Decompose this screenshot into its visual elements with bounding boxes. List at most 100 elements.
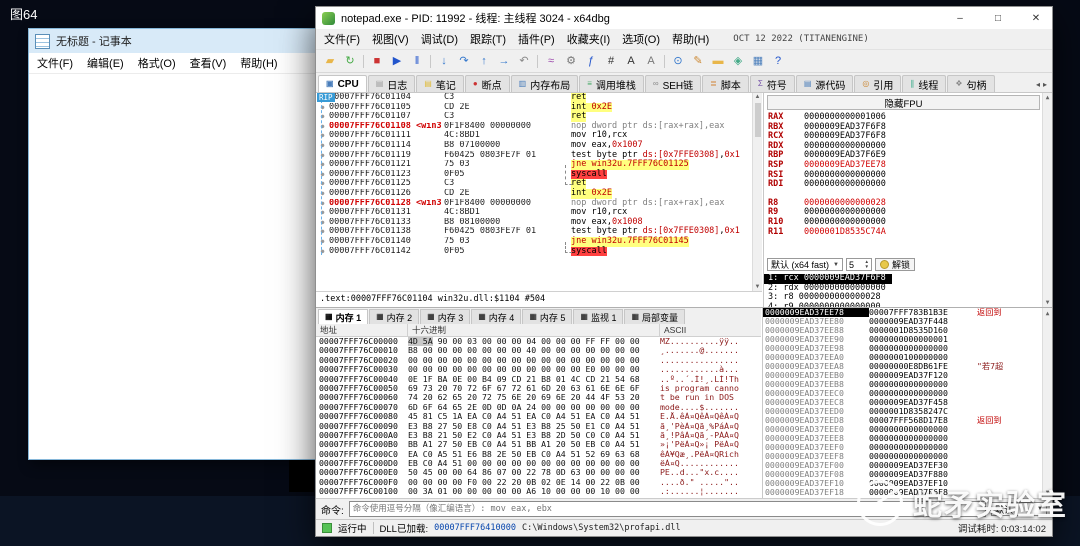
notepad-menu-item[interactable]: 文件(F) xyxy=(37,55,73,71)
tab-scroll-left-icon[interactable]: ◂ xyxy=(1036,80,1040,89)
dbg-menu-item[interactable]: 调试(D) xyxy=(421,31,458,47)
breakpoint-dot[interactable]: ● xyxy=(316,103,329,113)
breakpoint-dot[interactable]: ● xyxy=(316,247,329,257)
help-icon[interactable]: ? xyxy=(768,52,788,70)
disasm-scrollbar[interactable]: ▲ ▼ xyxy=(752,93,762,291)
dbg-menu-item[interactable]: 文件(F) xyxy=(324,31,360,47)
registers-scrollbar[interactable]: ▲ ▼ xyxy=(1042,93,1052,307)
tab-references[interactable]: ◎ 引用 xyxy=(854,75,902,92)
memory-map-icon[interactable]: ▦ xyxy=(748,52,768,70)
dump-tab-mem2[interactable]: ▦ 内存 2 xyxy=(369,309,420,324)
dump-row[interactable]: 00007FFF76C00100 00 3A 01 00 00 00 00 00 … xyxy=(316,486,761,496)
breakpoint-dot[interactable]: ● xyxy=(316,227,329,237)
console-window[interactable] xyxy=(289,459,314,492)
dump-rows[interactable]: 00007FFF76C00000 4D 5A 90 00 03 00 00 00 … xyxy=(316,336,761,497)
scroll-down-icon[interactable]: ▼ xyxy=(755,284,761,290)
dump-tab-watch1[interactable]: ▦ 监视 1 xyxy=(573,309,624,324)
hash-icon[interactable]: # xyxy=(601,52,621,70)
breakpoint-dot[interactable]: ● xyxy=(316,170,329,180)
scroll-thumb[interactable] xyxy=(754,103,761,137)
breakpoint-dot[interactable]: ● xyxy=(316,199,329,209)
register-row[interactable]: R11 0000001D8535C74A xyxy=(764,227,1052,238)
breakpoint-dot[interactable]: ● xyxy=(316,151,329,161)
convention-combobox[interactable]: 默认 (x64 fast) ▼ xyxy=(767,258,843,272)
tab-scroll-buttons[interactable]: ◂ ▸ xyxy=(1036,80,1050,92)
arg-count-spinner[interactable]: 5 ▲ ▼ xyxy=(845,258,872,272)
tab-script[interactable]: ≣ 脚本 xyxy=(702,75,749,92)
disasm-row[interactable]: ● 00007FFF76C01111 4C:8BD1 mov r10,rcx xyxy=(316,131,752,141)
scroll-up-icon[interactable]: ▲ xyxy=(1046,94,1050,101)
close-button[interactable]: ✕ xyxy=(1020,7,1052,29)
breakpoint-dot[interactable]: ● xyxy=(316,141,329,151)
highlight-icon[interactable]: ▬ xyxy=(708,52,728,70)
dbg-menu-item[interactable]: 插件(P) xyxy=(518,31,555,47)
tab-memory-map[interactable]: ▥ 内存布局 xyxy=(510,75,579,92)
step-into-icon[interactable]: ↓ xyxy=(434,52,454,70)
loaded-module-address-link[interactable]: 00007FFF76410000 xyxy=(434,523,516,533)
scroll-up-icon[interactable]: ▲ xyxy=(755,94,761,100)
disasm-row[interactable]: ● 00007FFF76C01142 0F05 syscall xyxy=(316,246,752,257)
tab-notes[interactable]: ▤ 笔记 xyxy=(416,75,464,92)
breakpoint-dot[interactable]: ● xyxy=(316,208,329,218)
dbg-menu-item[interactable]: 帮助(H) xyxy=(672,31,709,47)
breakpoint-dot[interactable]: ● xyxy=(316,179,329,189)
notepad-menu-item[interactable]: 格式(O) xyxy=(138,55,176,71)
scroll-up-icon[interactable]: ▲ xyxy=(1046,309,1050,318)
dbg-menu-item[interactable]: 收藏夹(I) xyxy=(567,31,610,47)
tab-breakpoints[interactable]: ● 断点 xyxy=(464,75,510,92)
disasm-row[interactable]: ● 00007FFF76C01108 <win3 0F1F8400 00000000… xyxy=(316,121,752,132)
tab-source[interactable]: ▤ 源代码 xyxy=(795,75,854,92)
breakpoint-dot[interactable]: ● xyxy=(316,237,329,247)
tab-threads[interactable]: ∥ 线程 xyxy=(902,75,947,92)
tab-call-stack[interactable]: ≡ 调用堆栈 xyxy=(579,75,644,92)
disasm-row[interactable]: ● 00007FFF76C01123 0F05 syscall xyxy=(316,169,752,180)
maximize-button[interactable]: □ xyxy=(982,7,1014,29)
stack-scrollbar[interactable]: ▲ ▼ xyxy=(1042,308,1052,498)
pause-icon[interactable]: ‖ xyxy=(407,52,427,70)
sort-az-icon[interactable]: A xyxy=(641,52,661,70)
disasm-row[interactable]: ● 00007FFF76C01140 75 03 jne win32u.7FFF76C… xyxy=(316,236,752,247)
breakpoint-dot[interactable]: ● xyxy=(316,160,329,170)
disasm-row[interactable]: ●00007FFF76C01104C3ret xyxy=(316,93,752,103)
tab-seh[interactable]: ∞ SEH链 xyxy=(644,75,702,92)
disasm-row[interactable]: ● 00007FFF76C01128 <win3 0F1F8400 00000000… xyxy=(316,198,752,209)
dump-tab-mem3[interactable]: ▦ 内存 3 xyxy=(420,309,471,324)
restart-icon[interactable]: ↻ xyxy=(340,52,360,70)
notepad-titlebar[interactable]: 无标题 - 记事本 xyxy=(29,29,315,53)
dbg-menu-item[interactable]: 视图(V) xyxy=(372,31,409,47)
notepad-menu-item[interactable]: 编辑(E) xyxy=(87,55,124,71)
unlock-button[interactable]: 解锁 xyxy=(874,258,915,272)
step-over-icon[interactable]: ↷ xyxy=(454,52,474,70)
scroll-down-icon[interactable]: ▼ xyxy=(1046,299,1050,306)
disasm-row[interactable]: ● 00007FFF76C01105 CD 2E int 0x2E xyxy=(316,102,752,113)
dump-tab-locals[interactable]: ▦ 局部变量 xyxy=(624,309,686,324)
function-icon[interactable]: ƒ xyxy=(581,52,601,70)
dump-tab-mem5[interactable]: ▦ 内存 5 xyxy=(522,309,573,324)
dbg-menu-item[interactable]: 选项(O) xyxy=(622,31,660,47)
tab-log[interactable]: ▤ 日志 xyxy=(367,75,416,92)
graph-icon[interactable]: ◈ xyxy=(728,52,748,70)
breakpoint-dot[interactable]: ● xyxy=(316,112,329,122)
register-row[interactable]: RDI 0000000000000000 xyxy=(764,180,1052,190)
dbg-menu-item[interactable]: 跟踪(T) xyxy=(470,31,506,47)
font-icon[interactable]: A xyxy=(621,52,641,70)
settings-icon[interactable]: ⚙ xyxy=(561,52,581,70)
dump-tab-mem1[interactable]: ▦ 内存 1 xyxy=(318,309,369,324)
notepad-text-area[interactable] xyxy=(29,74,315,459)
comment-icon[interactable]: ✎ xyxy=(688,52,708,70)
run-icon[interactable]: ▶ xyxy=(387,52,407,70)
stop-icon[interactable]: ■ xyxy=(367,52,387,70)
disasm-row[interactable]: ● 00007FFF76C01125 C3 ret xyxy=(316,179,752,189)
search-icon[interactable]: ⊙ xyxy=(668,52,688,70)
step-out-icon[interactable]: ↑ xyxy=(474,52,494,70)
run-to-cursor-icon[interactable]: → xyxy=(494,52,514,70)
x64dbg-titlebar[interactable]: notepad.exe - PID: 11992 - 线程: 主线程 3024 … xyxy=(316,7,1052,29)
disasm-row[interactable]: ● 00007FFF76C01121 75 03 jne win32u.7FFF76C… xyxy=(316,159,752,170)
notepad-menu-item[interactable]: 帮助(H) xyxy=(240,55,277,71)
open-file-icon[interactable]: ▰ xyxy=(320,52,340,70)
breakpoint-dot[interactable]: ● xyxy=(316,131,329,141)
minimize-button[interactable]: – xyxy=(944,7,976,29)
notepad-menu-item[interactable]: 查看(V) xyxy=(190,55,227,71)
tab-symbols[interactable]: Σ 符号 xyxy=(749,75,795,92)
disasm-row[interactable]: ● 00007FFF76C01131 4C:8BD1 mov r10,rcx xyxy=(316,207,752,218)
